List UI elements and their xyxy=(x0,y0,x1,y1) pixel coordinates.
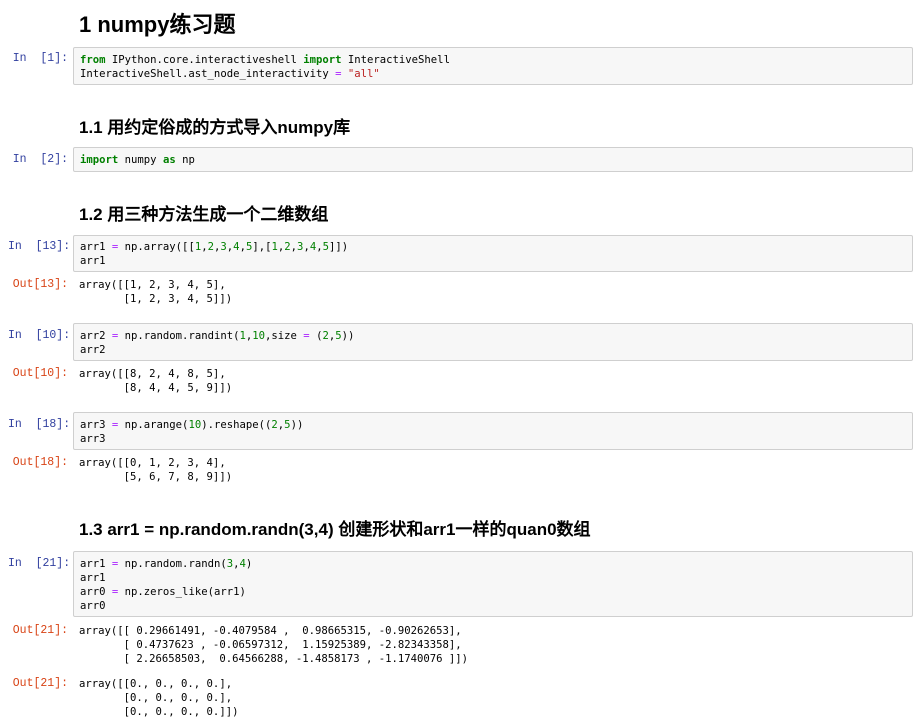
code-editor[interactable]: arr1 = np.random.randn(3,4) arr1 arr0 = … xyxy=(80,557,252,613)
in-prompt: In [21]: xyxy=(8,557,71,570)
code-cell-21[interactable]: arr1 = np.random.randn(3,4) arr1 arr0 = … xyxy=(73,551,913,617)
code-cell-13[interactable]: arr1 = np.array([[1,2,3,4,5],[1,2,3,4,5]… xyxy=(73,235,913,272)
in-prompt: In [2]: xyxy=(12,153,68,166)
code-cell-18[interactable]: arr3 = np.arange(10).reshape((2,5)) arr3 xyxy=(73,412,913,450)
cell-output: array([[1, 2, 3, 4, 5], [1, 2, 3, 4, 5]]… xyxy=(79,279,233,305)
code-cell-10[interactable]: arr2 = np.random.randint(1,10,size = (2,… xyxy=(73,323,913,361)
out-prompt: Out[10]: xyxy=(12,367,68,380)
section-heading-1-1: 1.1 用约定俗成的方式导入numpy库 xyxy=(79,118,351,137)
section-heading-1-2: 1.2 用三种方法生成一个二维数组 xyxy=(79,205,329,224)
out-prompt: Out[21]: xyxy=(12,677,68,690)
code-editor[interactable]: arr2 = np.random.randint(1,10,size = (2,… xyxy=(80,329,354,357)
notebook-title: 1 numpy练习题 xyxy=(79,12,236,37)
code-editor[interactable]: import numpy as np xyxy=(80,153,195,167)
in-prompt: In [1]: xyxy=(12,52,68,65)
in-prompt: In [18]: xyxy=(8,418,71,431)
cell-output: array([[8, 2, 4, 8, 5], [8, 4, 4, 5, 9]]… xyxy=(79,368,233,394)
out-prompt: Out[13]: xyxy=(12,278,68,291)
section-heading-1-3: 1.3 arr1 = np.random.randn(3,4) 创建形状和arr… xyxy=(79,520,591,539)
code-cell-2[interactable]: import numpy as np xyxy=(73,147,913,172)
out-prompt: Out[21]: xyxy=(12,624,68,637)
code-cell-1[interactable]: from IPython.core.interactiveshell impor… xyxy=(73,47,913,85)
code-line-1-keyword-from: from xyxy=(80,54,106,66)
in-prompt: In [13]: xyxy=(8,240,71,253)
in-prompt: In [10]: xyxy=(8,329,71,342)
cell-output: array([[0, 1, 2, 3, 4], [5, 6, 7, 8, 9]]… xyxy=(79,457,233,483)
out-prompt: Out[18]: xyxy=(12,456,68,469)
cell-output: array([[ 0.29661491, -0.4079584 , 0.9866… xyxy=(79,625,469,665)
code-line-1-keyword-import: import xyxy=(303,54,342,66)
code-editor[interactable]: arr1 = np.array([[1,2,3,4,5],[1,2,3,4,5]… xyxy=(80,240,348,268)
code-editor[interactable]: from IPython.core.interactiveshell impor… xyxy=(80,53,450,81)
code-editor[interactable]: arr3 = np.arange(10).reshape((2,5)) arr3 xyxy=(80,418,303,446)
cell-output: array([[0., 0., 0., 0.], [0., 0., 0., 0.… xyxy=(79,678,239,718)
